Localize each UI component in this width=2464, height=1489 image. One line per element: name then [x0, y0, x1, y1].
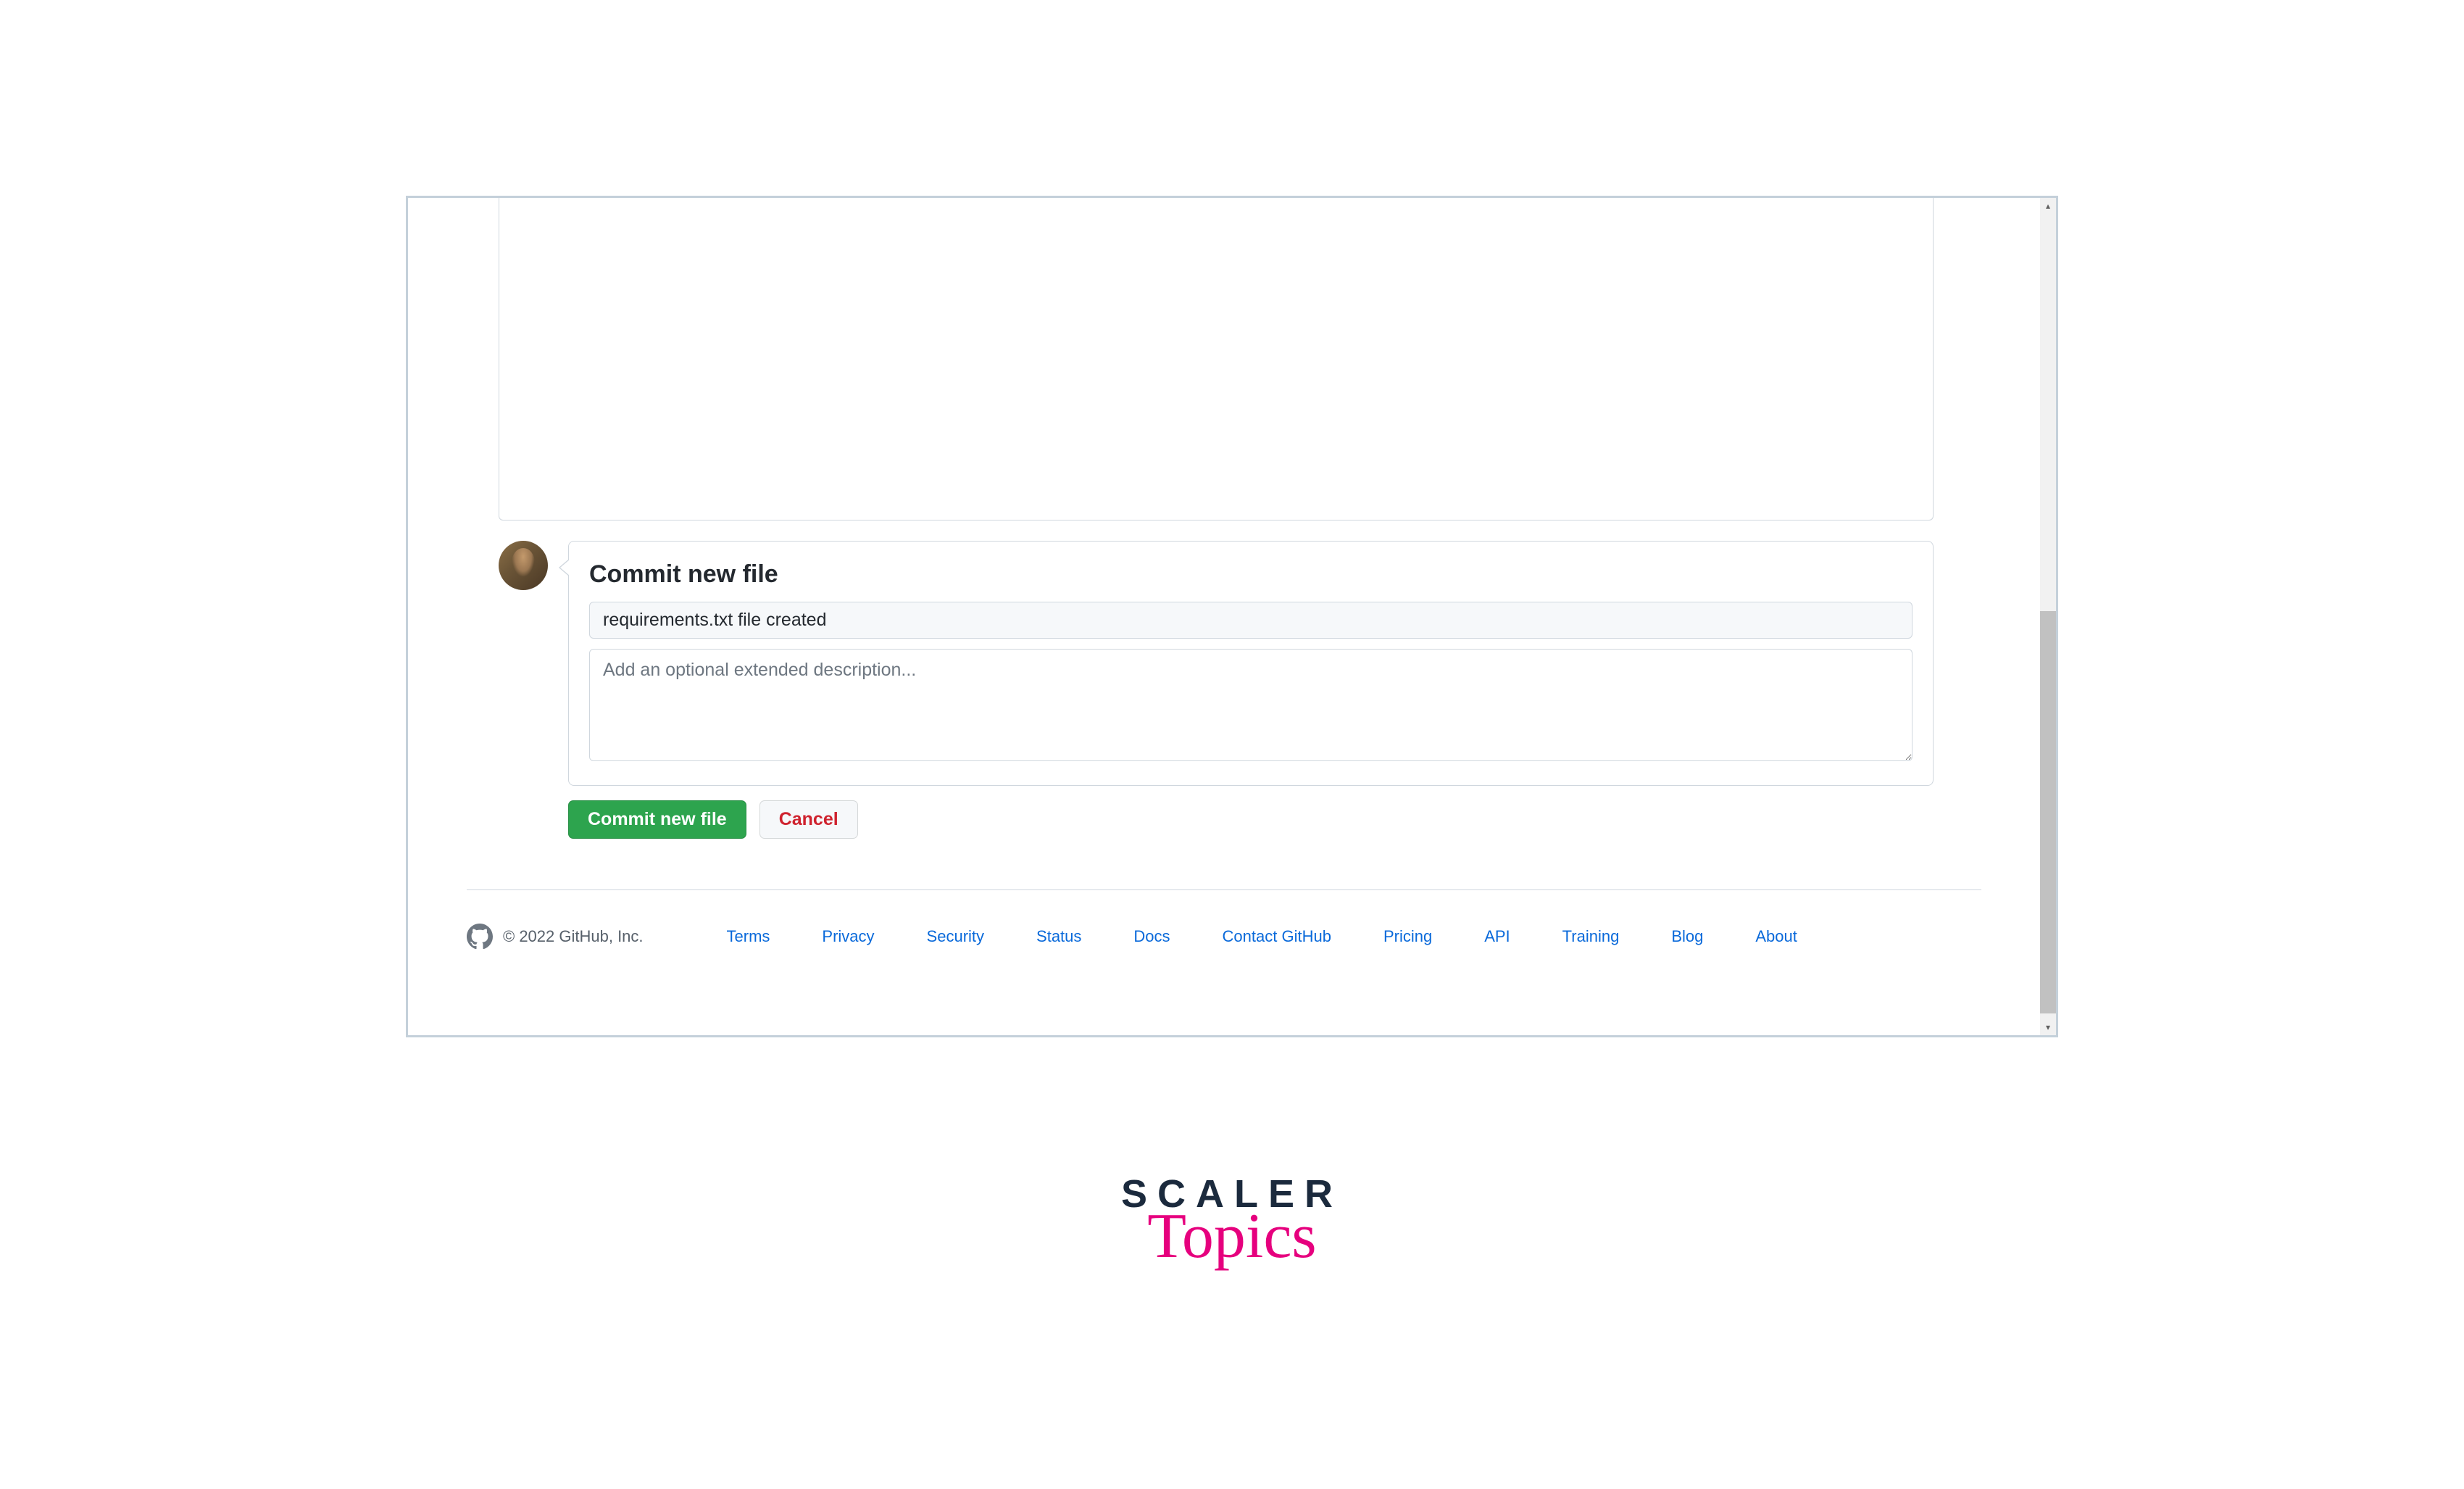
footer-links: Terms Privacy Security Status Docs Conta…: [727, 927, 1797, 946]
viewport: Commit new file Commit new file Cancel ©…: [408, 198, 2056, 1035]
footer-link-contact[interactable]: Contact GitHub: [1223, 927, 1331, 946]
footer-link-training[interactable]: Training: [1562, 927, 1620, 946]
avatar[interactable]: [499, 541, 548, 590]
footer-divider: [467, 889, 1981, 890]
footer-link-security[interactable]: Security: [927, 927, 984, 946]
footer-link-about[interactable]: About: [1755, 927, 1797, 946]
footer-link-blog[interactable]: Blog: [1671, 927, 1703, 946]
scroll-down-arrow-icon[interactable]: ▾: [2040, 1019, 2056, 1035]
commit-box: Commit new file: [568, 541, 1934, 786]
footer-link-privacy[interactable]: Privacy: [822, 927, 874, 946]
brand-line2: Topics: [1121, 1205, 1343, 1269]
scroll-up-arrow-icon[interactable]: ▴: [2040, 198, 2056, 214]
commit-summary-input[interactable]: [589, 602, 1912, 639]
footer-link-docs[interactable]: Docs: [1133, 927, 1170, 946]
app-frame: ▴ ▾ Commit new file Commit new file Canc…: [406, 196, 2058, 1037]
commit-description-textarea[interactable]: [589, 649, 1912, 761]
footer-copyright-block: © 2022 GitHub, Inc.: [467, 924, 644, 950]
scrollbar-vertical[interactable]: ▴ ▾: [2040, 198, 2056, 1035]
scroll-thumb[interactable]: [2040, 611, 2056, 1013]
footer-link-api[interactable]: API: [1484, 927, 1510, 946]
footer-link-pricing[interactable]: Pricing: [1383, 927, 1432, 946]
github-logo-icon[interactable]: [467, 924, 493, 950]
commit-box-title: Commit new file: [589, 560, 1912, 589]
file-editor-area[interactable]: [499, 198, 1934, 520]
footer-link-terms[interactable]: Terms: [727, 927, 770, 946]
footer-link-status[interactable]: Status: [1036, 927, 1081, 946]
page-footer: © 2022 GitHub, Inc. Terms Privacy Securi…: [467, 924, 1981, 950]
footer-copyright-text: © 2022 GitHub, Inc.: [503, 927, 644, 946]
brand-watermark: SCALER Topics: [1121, 1171, 1343, 1269]
commit-new-file-button[interactable]: Commit new file: [568, 800, 746, 839]
commit-section: Commit new file: [499, 541, 1934, 786]
cancel-button[interactable]: Cancel: [759, 800, 858, 839]
commit-actions: Commit new file Cancel: [499, 800, 1934, 839]
